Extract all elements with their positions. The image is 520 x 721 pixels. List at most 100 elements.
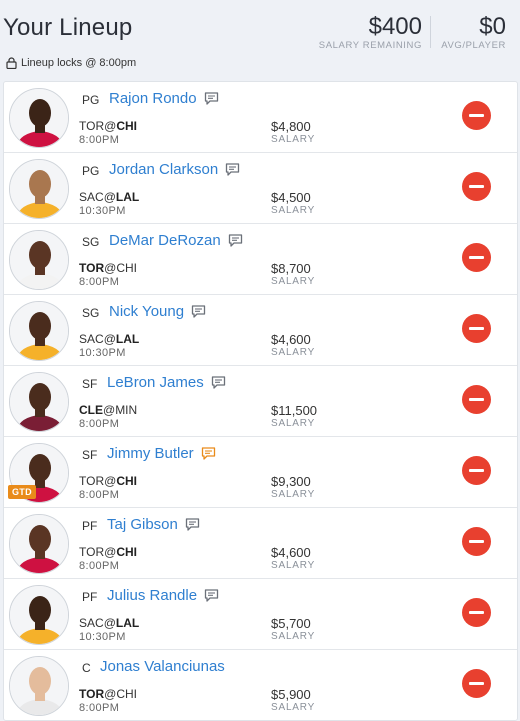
player-salary: $9,300 [271,474,311,489]
player-news-icon[interactable] [228,234,243,247]
player-row: PF Taj Gibson TOR@CHI 8:00PM $4,600 SALARY [4,508,517,579]
game-time: 10:30PM [79,631,126,643]
player-news-icon[interactable] [191,305,206,318]
remove-player-button[interactable] [462,172,491,201]
player-row: PF Julius Randle SAC@LAL 10:30PM $5,700 SALAR… [4,579,517,650]
player-position: PG [82,164,100,178]
player-headshot-icon [10,231,68,289]
game-matchup: SAC@LAL [79,616,140,630]
away-team: TOR [79,119,105,133]
remove-player-button[interactable] [462,314,491,343]
player-salary-label: SALARY [271,134,316,145]
player-row: PG Jordan Clarkson SAC@LAL 10:30PM $4,500 SAL… [4,153,517,224]
home-team: LAL [115,332,140,346]
home-team: CHI [116,687,137,701]
player-name[interactable]: Jonas Valanciunas [100,658,225,675]
player-headshot-icon [10,160,68,218]
player-salary: $4,800 [271,119,311,134]
player-row: GTD SF Jimmy Butler TOR@CHI 8:00PM $9,300 SALA… [4,437,517,508]
remove-player-button[interactable] [462,669,491,698]
player-avatar[interactable] [9,514,69,574]
away-team: TOR [79,474,105,488]
player-salary-label: SALARY [271,276,316,287]
player-salary-label: SALARY [271,347,316,358]
player-salary: $11,500 [271,403,318,418]
player-avatar[interactable] [9,301,69,361]
game-matchup: TOR@CHI [79,119,137,133]
remove-player-button[interactable] [462,385,491,414]
player-salary: $5,700 [271,616,311,631]
player-avatar[interactable] [9,230,69,290]
game-time: 10:30PM [79,347,126,359]
player-headshot-icon [10,89,68,147]
avg-per-player: $0 AVG/PLAYER [441,14,506,52]
player-name[interactable]: DeMar DeRozan [109,232,221,249]
game-matchup: TOR@CHI [79,545,137,559]
player-news-icon[interactable] [204,92,219,105]
player-headshot-icon [10,657,68,715]
remove-player-button[interactable] [462,598,491,627]
lineup-lock-notice: Lineup locks @ 8:00pm [6,57,136,69]
game-time: 8:00PM [79,134,120,146]
player-salary: $4,600 [271,545,311,560]
away-team: TOR [79,687,105,701]
stat-divider [430,16,431,48]
player-avatar[interactable] [9,88,69,148]
player-avatar[interactable] [9,159,69,219]
lineup-header: Your Lineup Lineup locks @ 8:00pm $400 S… [0,0,520,80]
player-row: SG DeMar DeRozan TOR@CHI 8:00PM $8,700 SALARY [4,224,517,295]
player-salary: $4,600 [271,332,311,347]
player-name[interactable]: LeBron James [107,374,204,391]
home-team: CHI [116,119,137,133]
remove-player-button[interactable] [462,101,491,130]
home-team: LAL [115,616,140,630]
player-name[interactable]: Nick Young [109,303,184,320]
player-headshot-icon [10,515,68,573]
player-position: PF [82,590,98,604]
player-name[interactable]: Julius Randle [107,587,197,604]
player-news-icon[interactable] [211,376,226,389]
player-position: SG [82,306,100,320]
home-team: CHI [116,545,137,559]
game-matchup: CLE@MIN [79,403,138,417]
game-matchup: TOR@CHI [79,687,137,701]
player-row: SF LeBron James CLE@MIN 8:00PM $11,500 SALARY [4,366,517,437]
player-news-icon[interactable] [185,518,200,531]
away-team: SAC [79,190,104,204]
player-news-icon[interactable] [225,163,240,176]
player-news-icon[interactable] [201,447,216,460]
game-matchup: SAC@LAL [79,332,140,346]
player-news-icon[interactable] [204,589,219,602]
player-avatar[interactable] [9,585,69,645]
lineup-player-list: PG Rajon Rondo TOR@CHI 8:00PM $4,800 SALARY PG… [3,81,518,721]
player-position: PF [82,519,98,533]
home-team: CHI [116,474,137,488]
player-salary-label: SALARY [271,631,316,642]
player-salary-label: SALARY [271,702,316,713]
remove-player-button[interactable] [462,456,491,485]
game-matchup: TOR@CHI [79,474,137,488]
player-name[interactable]: Taj Gibson [107,516,178,533]
player-avatar[interactable] [9,656,69,716]
player-position: PG [82,93,100,107]
remove-player-button[interactable] [462,527,491,556]
player-salary-label: SALARY [271,418,316,429]
player-avatar[interactable] [9,372,69,432]
player-name[interactable]: Jordan Clarkson [109,161,218,178]
player-position: SG [82,235,100,249]
player-name[interactable]: Jimmy Butler [107,445,194,462]
player-salary-label: SALARY [271,205,316,216]
page-title: Your Lineup [3,14,133,41]
home-team: MIN [115,403,138,417]
game-matchup: TOR@CHI [79,261,137,275]
player-salary: $4,500 [271,190,311,205]
player-salary-label: SALARY [271,489,316,500]
game-matchup: SAC@LAL [79,190,140,204]
salary-remaining-value: $400 [368,13,422,40]
game-time: 8:00PM [79,489,120,501]
player-name[interactable]: Rajon Rondo [109,90,197,107]
game-time: 10:30PM [79,205,126,217]
away-team: SAC [79,616,104,630]
remove-player-button[interactable] [462,243,491,272]
player-salary: $8,700 [271,261,311,276]
